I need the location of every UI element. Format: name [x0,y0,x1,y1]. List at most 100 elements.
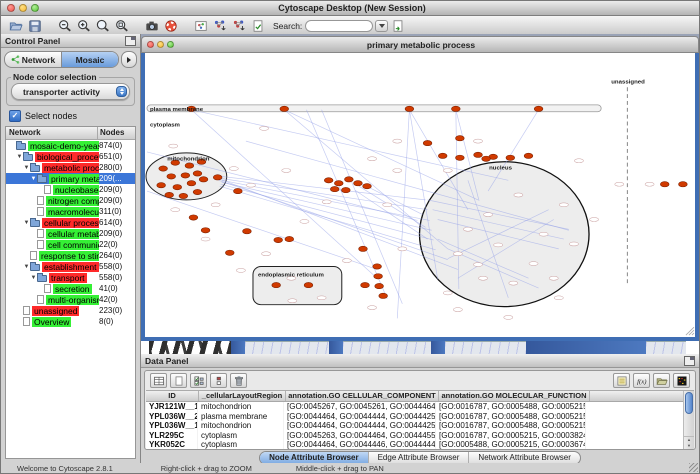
network-node[interactable] [199,177,208,182]
column-header[interactable]: annotation.GO MOLECULAR_FUNCTION [439,391,590,401]
table-row[interactable]: YPL036W__2plasma membrane[GO:0044464, GO… [146,412,683,422]
network-node[interactable] [341,187,350,192]
network-close-button[interactable] [147,41,154,48]
network-node[interactable] [173,185,182,190]
network-node[interactable] [405,106,414,111]
table-row[interactable]: YLR295Ccytoplasm[GO:0045263, GO:0044464,… [146,431,683,441]
network-node[interactable] [534,106,543,111]
graphics-details-button[interactable] [191,17,210,34]
zoom-window-button[interactable] [31,4,39,12]
table-row[interactable]: YKR052Ccytoplasm[GO:0044464, GO:0044446,… [146,440,683,449]
network-node[interactable] [524,153,533,158]
network-node[interactable] [456,155,465,160]
network-node[interactable] [363,184,372,189]
tab-overflow-button[interactable] [121,51,137,68]
select-attributes-button[interactable] [190,373,207,388]
apply-layout-button[interactable] [210,17,229,34]
network-node[interactable] [280,106,289,111]
scroll-down-button[interactable]: ▼ [684,443,694,449]
tree-row[interactable]: unassigned223(0) [6,305,135,316]
expand-arrow-icon[interactable]: ▼ [30,176,37,182]
column-header[interactable]: ID [146,391,199,401]
tree-row[interactable]: ▼metabolic process280(0) [6,162,135,173]
table-row[interactable]: YJR121W__1mitochondrion[GO:0045267, GO:0… [146,402,683,412]
open-file-button[interactable] [6,17,25,34]
network-node[interactable] [334,181,343,186]
network-node[interactable] [187,181,196,186]
tree-row[interactable]: multi-organism pro42(0) [6,294,135,305]
unselect-attributes-button[interactable] [210,373,227,388]
float-panel-icon[interactable] [684,356,695,366]
network-node[interactable] [157,183,166,188]
network-node[interactable] [374,274,383,279]
new-attribute-button[interactable] [170,373,187,388]
network-node[interactable] [423,140,432,145]
network-node[interactable] [167,174,176,179]
search-input[interactable] [305,20,373,32]
network-minimize-button[interactable] [157,41,164,48]
network-node[interactable] [345,177,354,182]
network-zoom-button[interactable] [167,41,174,48]
column-header-nodes[interactable]: Nodes [98,127,135,139]
float-panel-icon[interactable] [125,36,136,46]
tab-network-attribute-browser[interactable]: Network Attribute Browser [468,452,579,464]
network-node[interactable] [456,136,465,141]
scrollbar-thumb[interactable] [685,392,693,414]
help-button[interactable] [161,17,180,34]
network-node[interactable] [379,293,388,298]
function-builder-button[interactable]: f(x) [633,373,650,388]
zoom-fit-button[interactable] [112,17,131,34]
close-button[interactable] [7,4,15,12]
column-header[interactable]: annotation.GO CELLULAR_COMPONENT [286,391,439,401]
network-node[interactable] [679,182,688,187]
minimize-button[interactable] [19,4,27,12]
network-node[interactable] [179,193,188,198]
tab-node-attribute-browser[interactable]: Node Attribute Browser [260,452,368,464]
tree-row[interactable]: ▼transport558(0) [6,272,135,283]
expand-arrow-icon[interactable]: ▼ [16,154,23,160]
network-node[interactable] [354,181,363,186]
table-scrollbar[interactable]: ▲ ▼ [683,391,694,449]
network-node[interactable] [159,166,168,171]
delete-attribute-button[interactable] [230,373,247,388]
network-node[interactable] [274,237,283,242]
network-node[interactable] [474,152,483,157]
network-node[interactable] [660,182,669,187]
attribute-grid-button[interactable] [150,373,167,388]
attribute-list-button[interactable] [613,373,630,388]
zoom-out-button[interactable] [55,17,74,34]
network-node[interactable] [359,246,368,251]
network-node[interactable] [243,229,252,234]
network-node[interactable] [234,188,243,193]
import-attributes-button[interactable] [388,17,407,34]
expand-arrow-icon[interactable]: ▼ [23,165,30,171]
network-node[interactable] [181,173,190,178]
network-node[interactable] [361,282,370,287]
node-color-dropdown[interactable]: transporter activity [11,83,130,100]
tree-row[interactable]: cellular metabo209(0) [6,228,135,239]
network-node[interactable] [189,215,198,220]
tree-row[interactable]: ▼cellular process614(0) [6,217,135,228]
network-node[interactable] [451,106,460,111]
network-node[interactable] [330,186,339,191]
annotation-button[interactable] [248,17,267,34]
scroll-up-button[interactable]: ▲ [684,436,694,443]
tree-row[interactable]: secretion41(0) [6,283,135,294]
network-node[interactable] [304,282,313,287]
tree-row[interactable]: ▼primary metabo209(... [6,173,135,184]
tree-row[interactable]: macromolecule311(0) [6,206,135,217]
tree-row[interactable]: Overview8(0) [6,316,135,327]
network-node[interactable] [201,228,210,233]
column-header[interactable]: _cellularLayoutRegion [199,391,286,401]
select-nodes-checkbox[interactable]: ✓ [9,110,21,122]
network-node[interactable] [213,175,222,180]
tab-edge-attribute-browser[interactable]: Edge Attribute Browser [368,452,469,464]
network-window-titlebar[interactable]: primary metabolic process [141,36,699,53]
network-node[interactable] [373,264,382,269]
tree-row[interactable]: response to stimulu264(0) [6,250,135,261]
network-canvas[interactable]: plasma membranecytoplasmmitochondrionnuc… [145,53,695,337]
network-node[interactable] [225,250,234,255]
column-header-network[interactable]: Network [6,127,98,139]
search-options-button[interactable] [375,20,388,32]
network-node[interactable] [272,282,281,287]
